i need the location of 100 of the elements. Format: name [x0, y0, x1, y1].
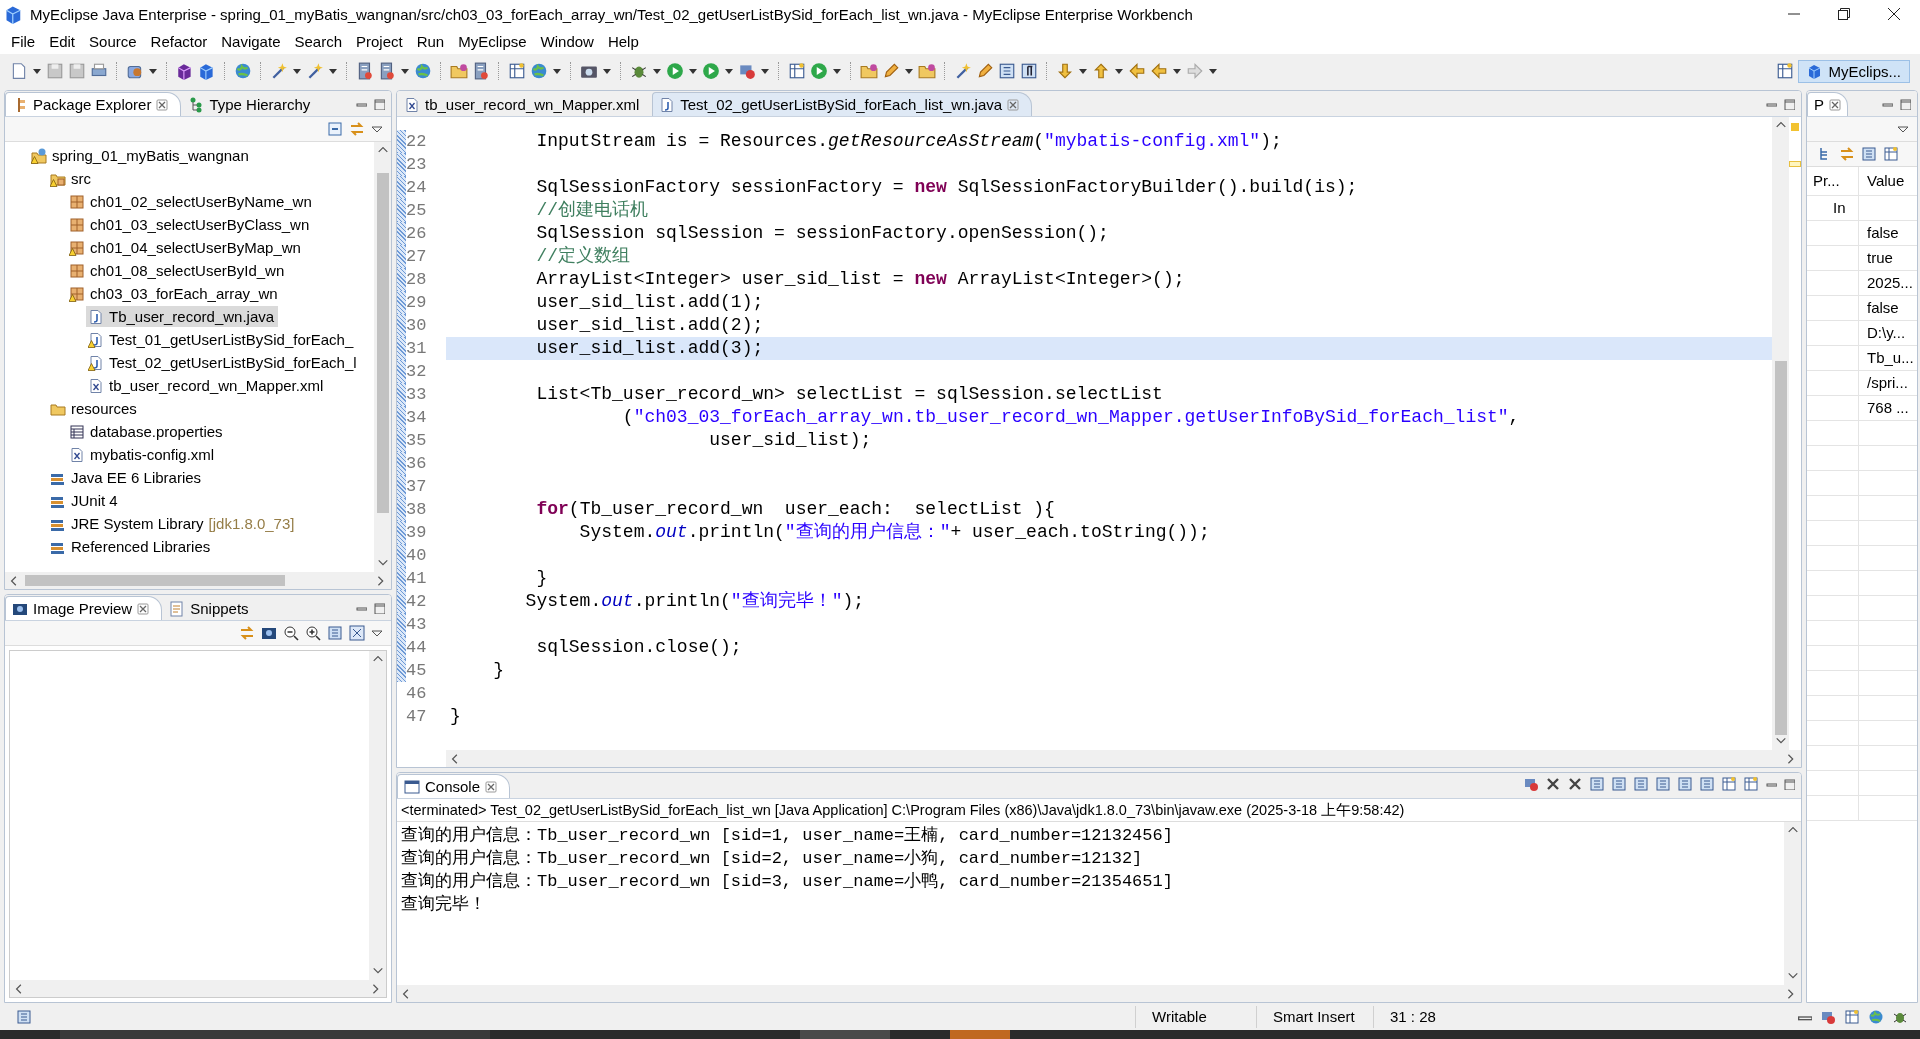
tab[interactable]: Image Preview — [5, 596, 163, 620]
caret-icon[interactable] — [328, 66, 338, 76]
tree-item[interactable]: resources — [48, 398, 141, 419]
image-icon[interactable] — [261, 625, 277, 641]
wand-icon[interactable] — [306, 62, 324, 80]
table-icon[interactable] — [788, 62, 806, 80]
globe-icon[interactable] — [234, 62, 252, 80]
maximize-icon[interactable] — [1783, 778, 1795, 790]
tree-item[interactable]: database.properties — [67, 421, 227, 442]
menu-item[interactable]: Refactor — [143, 29, 215, 53]
tree-item[interactable]: Tb_user_record_wn.java — [86, 306, 279, 327]
tree-item[interactable]: mybatis-config.xml — [67, 444, 219, 465]
document-icon[interactable] — [998, 62, 1016, 80]
caret-icon[interactable] — [1114, 66, 1124, 76]
open-perspective-icon[interactable] — [1776, 62, 1795, 80]
view-menu-icon[interactable] — [371, 628, 383, 638]
tree-item[interactable]: ch01_02_selectUserByName_wn — [67, 191, 316, 212]
horizontal-scrollbar[interactable] — [10, 980, 386, 997]
tab[interactable]: Console — [397, 774, 511, 798]
caret-icon[interactable] — [32, 66, 42, 76]
menu-item[interactable]: Project — [349, 29, 410, 53]
vertical-scrollbar[interactable] — [1772, 117, 1789, 750]
maximize-icon[interactable] — [373, 602, 385, 614]
collapse-all-icon[interactable] — [327, 121, 343, 137]
vertical-scrollbar[interactable] — [374, 142, 391, 572]
caret-icon[interactable] — [552, 66, 562, 76]
horizontal-scrollbar[interactable] — [446, 750, 1801, 767]
perspective-button[interactable]: MyEclips... — [1798, 59, 1910, 83]
link-icon[interactable] — [349, 121, 365, 137]
caret-icon[interactable] — [292, 66, 302, 76]
restore-icon[interactable] — [1838, 8, 1850, 20]
zoom-in-icon[interactable] — [305, 625, 321, 641]
remove-icon[interactable] — [1545, 776, 1561, 792]
paragraph-icon[interactable] — [1020, 62, 1038, 80]
new-file-icon[interactable] — [10, 62, 28, 80]
caret-icon[interactable] — [688, 66, 698, 76]
column-header[interactable]: Pr... — [1807, 167, 1859, 195]
maximize-icon[interactable] — [373, 98, 385, 110]
maximize-icon[interactable] — [1783, 98, 1795, 110]
close-icon[interactable] — [1888, 8, 1900, 20]
caret-icon[interactable] — [1172, 66, 1182, 76]
menu-item[interactable]: File — [4, 29, 43, 53]
caret-icon[interactable] — [400, 66, 410, 76]
globe-icon[interactable] — [1868, 1008, 1884, 1025]
zoom-out-icon[interactable] — [283, 625, 299, 641]
tree-item[interactable]: Referenced Libraries — [48, 536, 215, 557]
caret-icon[interactable] — [652, 66, 662, 76]
wand-icon[interactable] — [270, 62, 288, 80]
pencil-icon[interactable] — [976, 62, 994, 80]
overview-marker[interactable] — [1791, 123, 1799, 131]
view-menu-icon[interactable] — [1897, 124, 1909, 134]
menu-item[interactable]: Help — [600, 29, 646, 53]
new-console-icon[interactable] — [1743, 776, 1759, 792]
menu-item[interactable]: Window — [533, 29, 601, 53]
vertical-scrollbar[interactable] — [1784, 822, 1801, 985]
tree-item[interactable]: Java EE 6 Libraries — [48, 467, 206, 488]
caret-icon[interactable] — [602, 66, 612, 76]
folder-icon[interactable] — [450, 62, 468, 80]
tree-item[interactable]: JUnit 4 — [48, 490, 122, 511]
menu-item[interactable]: Edit — [42, 29, 83, 53]
menu-item[interactable]: MyEclipse — [451, 29, 534, 53]
horizontal-scrollbar[interactable] — [397, 985, 1801, 1002]
horizontal-scrollbar[interactable] — [5, 572, 391, 589]
table-icon[interactable] — [1844, 1008, 1860, 1025]
menu-item[interactable]: Search — [287, 29, 349, 53]
tab[interactable]: Package Explorer — [5, 92, 182, 116]
tree-item[interactable]: src — [48, 168, 95, 189]
tab[interactable]: Test_02_getUserListBySid_forEach_list_wn.java — [652, 92, 1033, 116]
table-icon[interactable] — [508, 62, 526, 80]
remove-all-icon[interactable] — [1567, 776, 1583, 792]
tab[interactable]: Snippets — [162, 596, 262, 620]
tree-item[interactable]: tb_user_record_wn_Mapper.xml — [86, 375, 328, 396]
tree-item[interactable]: Test_02_getUserListBySid_forEach_l — [86, 352, 361, 373]
tab[interactable]: Type Hierarchy — [181, 92, 324, 116]
tree-item[interactable]: ch01_04_selectUserByMap_wn — [67, 237, 305, 258]
tree-item[interactable]: ch03_03_forEach_array_wn — [67, 283, 282, 304]
link-icon[interactable] — [239, 625, 255, 641]
tree-item[interactable]: ch01_03_selectUserByClass_wn — [67, 214, 314, 235]
caret-icon[interactable] — [148, 66, 158, 76]
vertical-scrollbar[interactable] — [369, 651, 386, 980]
overview-marker[interactable] — [1789, 161, 1801, 167]
cube-icon[interactable] — [198, 62, 216, 80]
tab[interactable]: P — [1807, 92, 1848, 116]
tab[interactable]: tb_user_record_wn_Mapper.xml — [397, 92, 653, 116]
new-console-icon[interactable] — [1721, 776, 1737, 792]
pencil-icon[interactable] — [882, 62, 900, 80]
caret-icon[interactable] — [1208, 66, 1218, 76]
menu-item[interactable]: Navigate — [214, 29, 288, 53]
caret-icon[interactable] — [1078, 66, 1088, 76]
maximize-icon[interactable] — [1899, 98, 1911, 110]
caret-icon[interactable] — [724, 66, 734, 76]
folder-icon[interactable] — [918, 62, 936, 80]
tree-item[interactable]: JRE System Library [jdk1.8.0_73] — [48, 513, 299, 534]
view-menu-icon[interactable] — [371, 124, 383, 134]
caret-icon[interactable] — [760, 66, 770, 76]
caret-icon[interactable] — [904, 66, 914, 76]
cube-icon[interactable] — [176, 62, 194, 80]
menu-item[interactable]: Run — [409, 29, 452, 53]
tree-item[interactable]: ch01_08_selectUserById_wn — [67, 260, 289, 281]
wand-icon[interactable] — [954, 62, 972, 80]
